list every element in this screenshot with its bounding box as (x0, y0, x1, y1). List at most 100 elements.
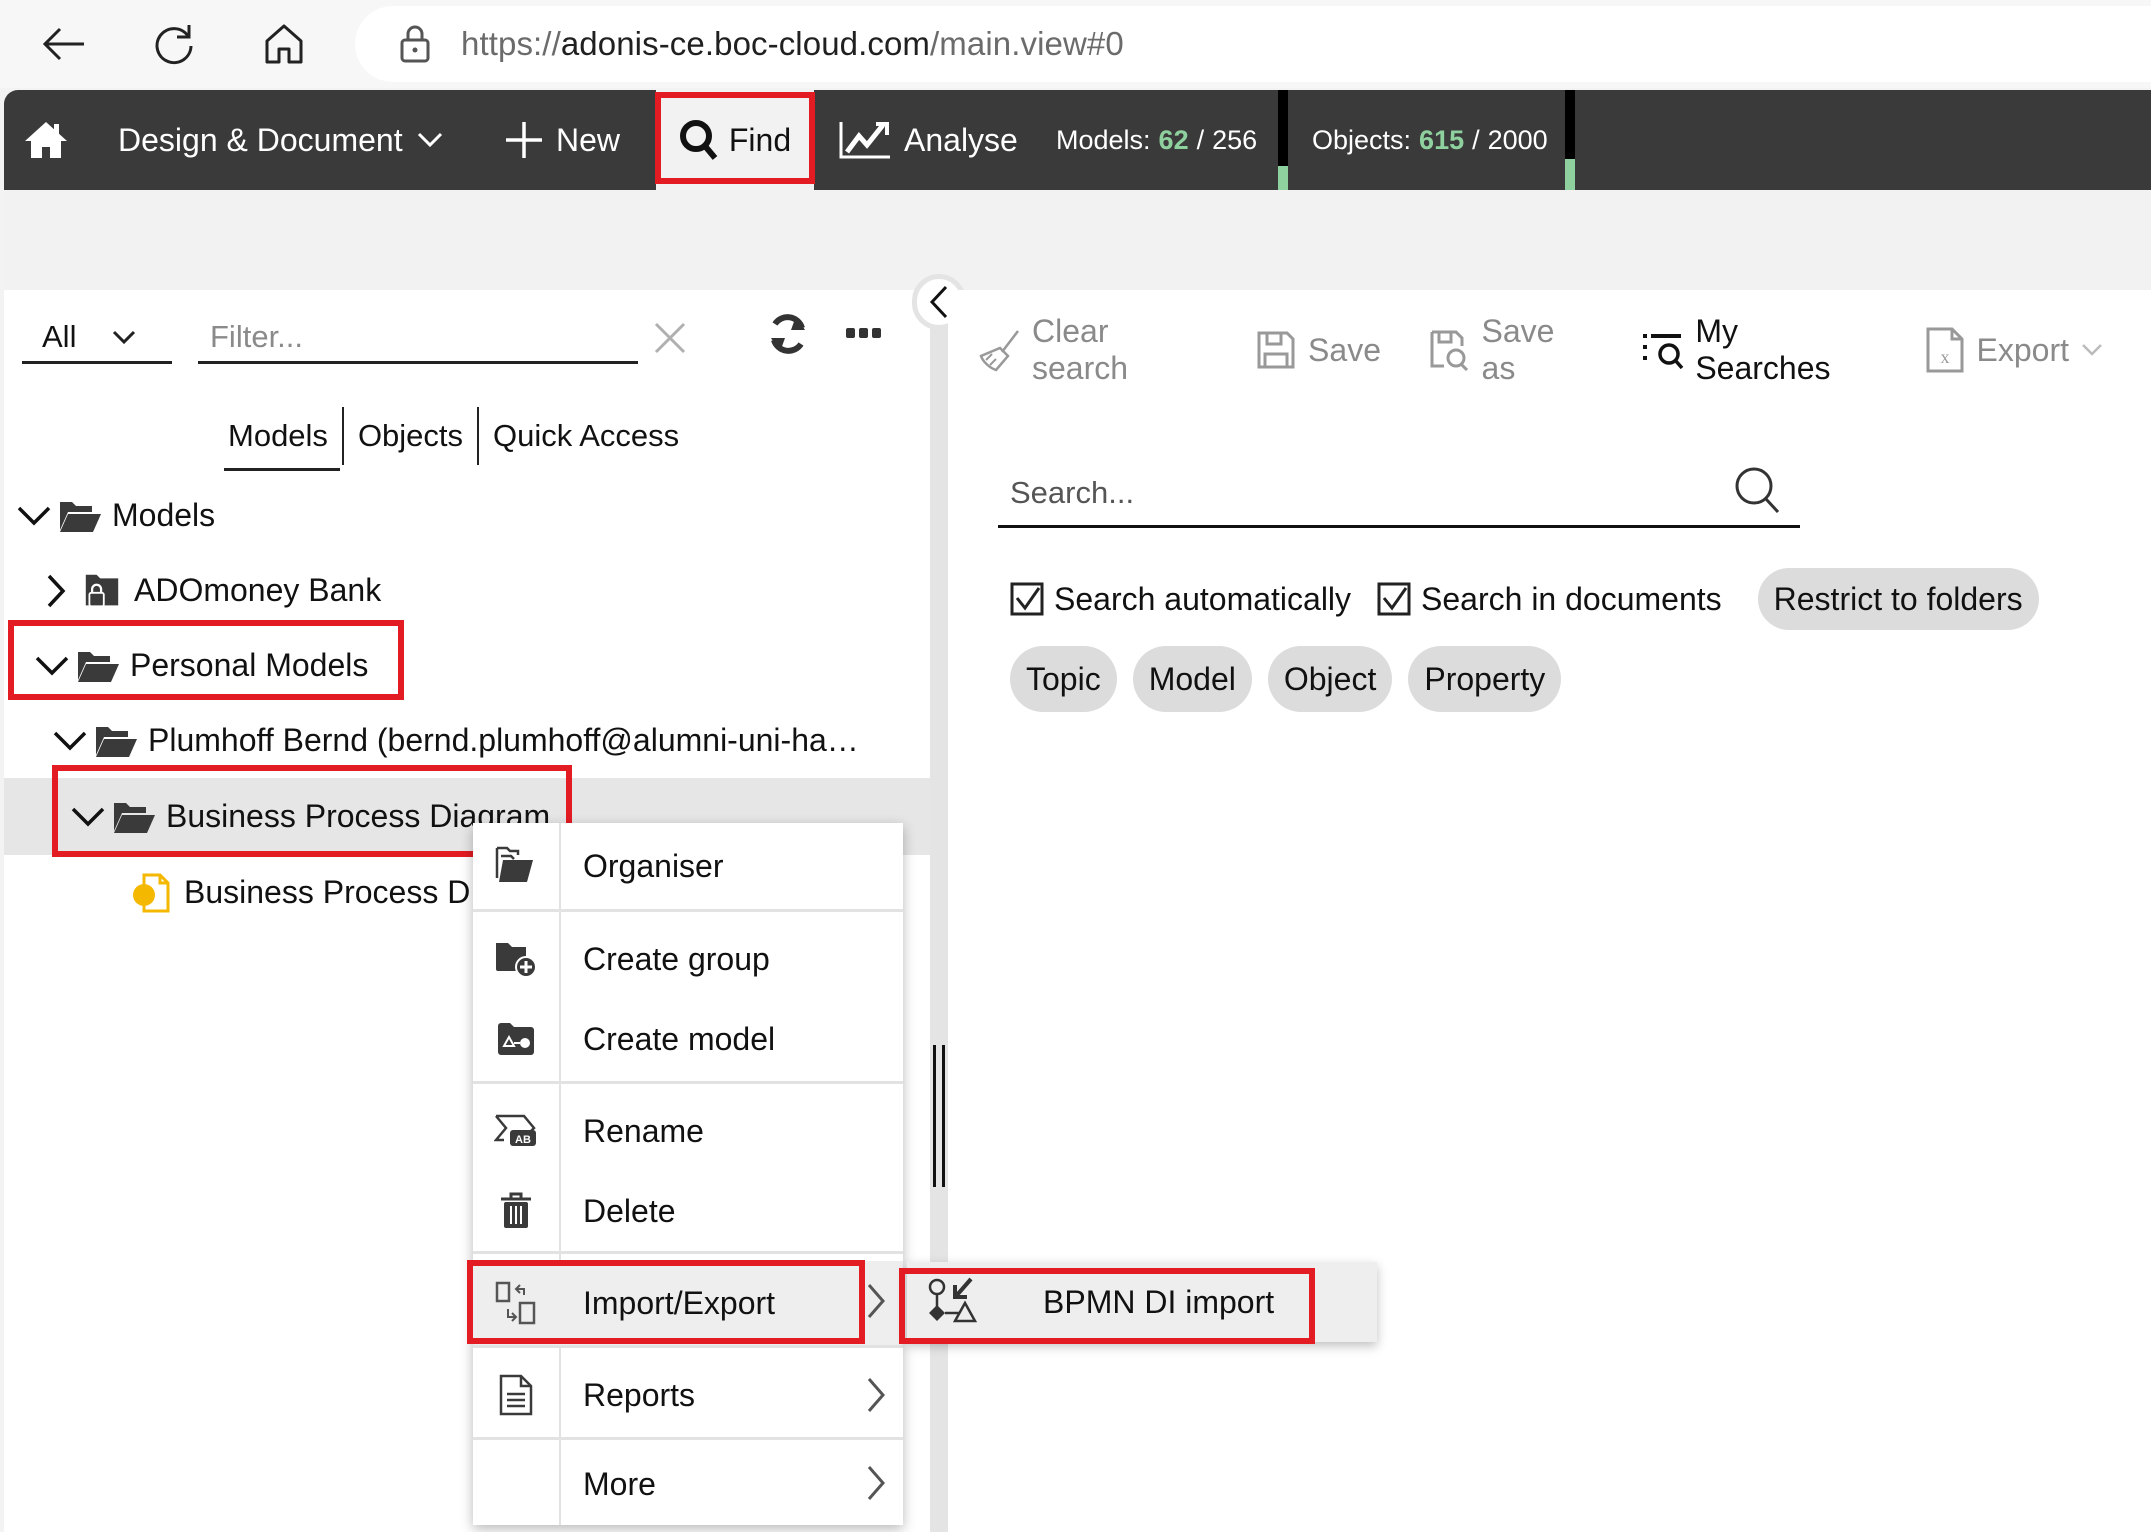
search-icon[interactable] (1734, 466, 1782, 514)
clear-search-button[interactable]: Clear search (978, 313, 1206, 387)
browser-home-button[interactable] (254, 14, 314, 74)
tree-item-plumhoff-bernd[interactable]: Plumhoff Bernd (bernd.plumhoff@alumni-un… (4, 703, 930, 778)
trash-icon (473, 1192, 559, 1230)
menu-item-create-model[interactable]: Create model (473, 999, 903, 1079)
reload-button[interactable] (144, 14, 204, 74)
new-label: New (556, 121, 621, 158)
menu-item-create-group[interactable]: Create group (473, 919, 903, 999)
rename-icon: AB (473, 1114, 559, 1148)
chevron-down-icon (2082, 344, 2102, 356)
save-label: Save (1308, 331, 1381, 368)
export-button[interactable]: x Export (1923, 327, 2103, 373)
menu-separator (473, 1251, 903, 1254)
menu-item-label: BPMN DI import (1043, 1283, 1275, 1320)
save-button[interactable]: Save (1254, 328, 1381, 372)
chip-object[interactable]: Object (1267, 646, 1393, 712)
chevron-right-icon (867, 1284, 885, 1318)
my-searches-label: My Searches (1695, 313, 1831, 386)
back-button[interactable] (34, 14, 94, 74)
my-searches-button[interactable]: My Searches (1641, 313, 1874, 387)
url-scheme: https:// (461, 25, 561, 62)
chip-model[interactable]: Model (1132, 646, 1252, 712)
chip-property[interactable]: Property (1408, 646, 1562, 712)
filter-scope-select[interactable]: All (22, 312, 172, 364)
svg-text:x: x (1940, 347, 1949, 367)
tab-quick-access-label: Quick Access (493, 418, 680, 453)
menu-item-delete[interactable]: Delete (473, 1171, 903, 1251)
more-options-icon[interactable] (844, 318, 884, 348)
menu-item-label: Delete (583, 1192, 676, 1229)
menu-item-more[interactable]: More (473, 1443, 903, 1525)
tree-item-adomoney-bank[interactable]: ADOmoney Bank (4, 553, 930, 628)
chip-topic[interactable]: Topic (1010, 646, 1117, 712)
chip-label: Model (1148, 660, 1236, 697)
folder-open-icon (114, 802, 155, 833)
search-options: Search automatically Search in documents… (1010, 568, 2039, 630)
bpmn-model-icon (133, 873, 170, 912)
menu-item-import-export[interactable]: Import/Export (473, 1261, 903, 1345)
chevron-left-icon (929, 285, 948, 319)
chevron-right-icon (867, 1378, 885, 1412)
refresh-icon[interactable] (766, 312, 810, 356)
chevron-down-icon[interactable] (16, 498, 52, 534)
menu-separator (473, 1437, 903, 1440)
clear-filter-icon[interactable] (652, 320, 688, 356)
models-quota-bar (1278, 90, 1288, 190)
tab-objects[interactable]: Objects (344, 411, 477, 461)
address-bar[interactable]: https://adonis-ce.boc-cloud.com/main.vie… (355, 6, 2151, 82)
search-in-documents-checkbox[interactable]: Search in documents (1377, 581, 1722, 618)
new-button[interactable]: New (504, 90, 620, 190)
chart-trend-icon (839, 122, 890, 159)
tab-models[interactable]: Models (214, 411, 342, 471)
panel-splitter[interactable] (930, 290, 948, 1532)
menu-item-label: Create group (583, 940, 770, 977)
home-icon (265, 24, 303, 64)
excel-export-icon: x (1923, 327, 1967, 373)
chevron-down-icon[interactable] (70, 799, 106, 835)
menu-separator (473, 1345, 903, 1348)
restrict-to-folders-chip[interactable]: Restrict to folders (1757, 568, 2039, 630)
tab-quick-access[interactable]: Quick Access (479, 411, 693, 461)
tree-item-models[interactable]: Models (4, 478, 930, 553)
tree-item-label: ADOmoney Bank (134, 572, 382, 608)
save-as-icon (1429, 328, 1472, 372)
chevron-right-icon[interactable] (38, 573, 74, 609)
save-as-button[interactable]: Save as (1429, 313, 1593, 387)
search-in-documents-label: Search in documents (1421, 580, 1722, 617)
search-automatically-checkbox[interactable]: Search automatically (1010, 581, 1351, 618)
chevron-down-icon[interactable] (52, 723, 88, 759)
search-panel: Clear search Save Save as My Searches x … (948, 290, 2151, 1532)
checkbox-checked-icon (1010, 582, 1044, 616)
filter-input[interactable] (198, 312, 638, 364)
tab-objects-label: Objects (357, 418, 464, 453)
splitter-grip-icon[interactable] (933, 1045, 945, 1187)
plus-icon (506, 122, 542, 158)
tree-item-personal-models[interactable]: Personal Models (4, 628, 930, 703)
menu-item-label: Create model (583, 1020, 776, 1057)
import-export-submenu: BPMN DI import (907, 1262, 1377, 1342)
search-input[interactable] (1010, 468, 1710, 518)
design-document-menu[interactable]: Design & Document (118, 90, 443, 190)
objects-used: 615 (1419, 124, 1465, 155)
analyse-label: Analyse (904, 121, 1018, 158)
menu-item-organiser[interactable]: Organiser (473, 823, 903, 909)
chevron-down-icon[interactable] (34, 648, 70, 684)
lock-icon (400, 24, 434, 64)
menu-item-reports[interactable]: Reports (473, 1355, 903, 1435)
search-field[interactable] (998, 458, 1800, 528)
bpmn-import-icon (928, 1277, 978, 1323)
models-quota-label: Models: (1056, 124, 1151, 155)
menu-item-rename[interactable]: AB Rename (473, 1091, 903, 1171)
url-text[interactable]: https://adonis-ce.boc-cloud.com/main.vie… (461, 25, 1124, 63)
url-host: adonis-ce.boc-cloud.com (560, 25, 931, 62)
search-toolbar: Clear search Save Save as My Searches x … (948, 313, 2151, 386)
analyse-button[interactable]: Analyse (838, 90, 1018, 190)
models-used: 62 (1158, 124, 1189, 155)
menu-item-bpmn-di-import[interactable]: BPMN DI import (907, 1262, 1377, 1342)
import-export-icon (473, 1281, 559, 1325)
objects-quota-bar (1565, 90, 1575, 190)
svg-text:AB: AB (515, 1134, 531, 1146)
app-home-button[interactable] (24, 90, 68, 190)
chevron-right-icon (867, 1466, 885, 1500)
objects-total: 2000 (1487, 124, 1548, 155)
